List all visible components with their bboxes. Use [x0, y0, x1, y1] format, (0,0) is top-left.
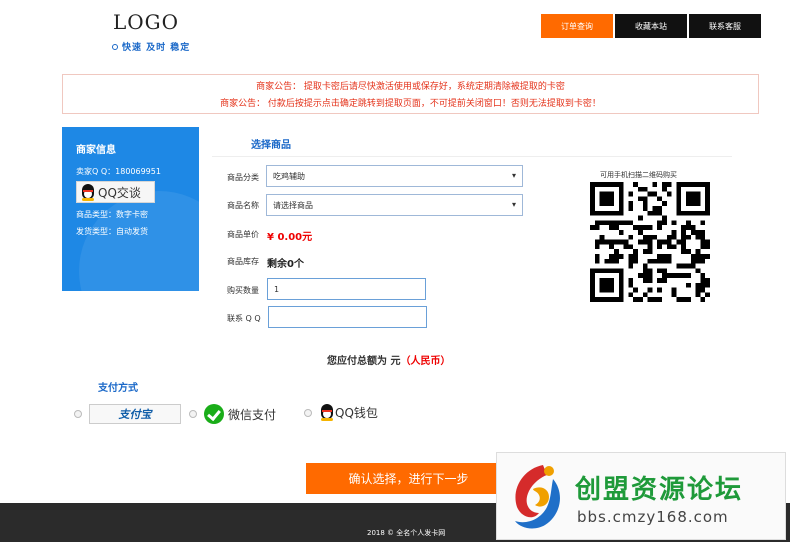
footer-copyright: 2018 © 全名个人发卡网: [367, 529, 446, 537]
goods-type: 商品类型：数字卡密: [76, 210, 148, 219]
qqwallet-label: QQ钱包: [335, 406, 378, 420]
alipay-radio[interactable]: [74, 410, 82, 418]
page: LOGO 快速 及时 稳定 订单查询 收藏本站 联系客服 商家公告： 提取卡密后…: [0, 0, 790, 542]
qq-chat-label: QQ交谈: [98, 185, 141, 200]
goods-name-label: 商品名称: [227, 201, 259, 210]
total-amount: 您应付总额为 元（人民币）: [327, 352, 450, 367]
ship-type: 发货类型：自动发货: [76, 227, 148, 236]
qr-caption: 可用手机扫描二维码购买: [600, 171, 677, 179]
total-currency: （人民币）: [400, 356, 451, 367]
contact-qq-input[interactable]: [268, 306, 427, 328]
goods-name-select[interactable]: 请选择商品: [266, 194, 523, 216]
circle-icon: [112, 44, 118, 50]
category-value: 吃鸡辅助: [273, 171, 305, 181]
qq-penguin-icon: [319, 404, 335, 421]
stock-value: 剩余0个: [267, 259, 304, 270]
payment-option-alipay[interactable]: 支付宝: [74, 404, 181, 424]
announcement-box: 商家公告： 提取卡密后请尽快激活使用或保存好，系统定期清除被提取的卡密 商家公告…: [62, 74, 759, 114]
forum-watermark: 创盟资源论坛 bbs.cmzy168.com: [496, 452, 786, 540]
total-prefix: 您应付总额为 元: [327, 356, 401, 367]
alipay-label: 支付宝: [118, 408, 152, 421]
contact-qq-label: 联系 Q Q: [227, 314, 261, 323]
qr-code: [590, 182, 710, 302]
merchant-title: 商家信息: [76, 145, 116, 156]
alipay-logo[interactable]: 支付宝: [89, 404, 181, 424]
category-label: 商品分类: [227, 173, 259, 182]
forum-url: bbs.cmzy168.com: [577, 508, 729, 526]
divider: [212, 156, 732, 157]
quantity-input[interactable]: 1: [267, 278, 426, 300]
announcement-line: 商家公告： 提取卡密后请尽快激活使用或保存好，系统定期清除被提取的卡密: [256, 82, 565, 92]
price-value: ¥ 0.00元: [267, 232, 313, 243]
wechat-pay-icon: [204, 404, 224, 424]
payment-title: 支付方式: [98, 383, 138, 394]
tagline: 快速 及时 稳定: [112, 40, 190, 53]
goods-name-value: 请选择商品: [273, 200, 313, 210]
qq-penguin-icon: [80, 183, 96, 201]
nav-bookmark[interactable]: 收藏本站: [615, 14, 687, 38]
confirm-next-button[interactable]: 确认选择，进行下一步: [306, 463, 511, 494]
category-select[interactable]: 吃鸡辅助: [266, 165, 523, 187]
top-nav: 订单查询 收藏本站 联系客服: [539, 14, 761, 38]
forum-logo-icon: [515, 465, 560, 529]
qq-chat-button[interactable]: QQ交谈: [76, 181, 155, 203]
payment-option-wechat[interactable]: 微信支付: [189, 404, 276, 424]
decorative-shape: [79, 191, 199, 291]
merchant-info-panel: 商家信息 卖家Q Q：180069951 QQ交谈 商品类型：数字卡密 发货类型…: [62, 127, 199, 291]
forum-name: 创盟资源论坛: [575, 475, 744, 505]
qqwallet-radio[interactable]: [304, 408, 312, 417]
nav-order-query[interactable]: 订单查询: [541, 14, 613, 38]
stock-label: 商品库存: [227, 257, 259, 266]
quantity-value: 1: [274, 284, 280, 294]
price-label: 商品单价: [227, 230, 259, 239]
payment-option-qqwallet[interactable]: QQ钱包: [304, 404, 378, 421]
select-goods-title: 选择商品: [251, 140, 291, 151]
nav-contact-service[interactable]: 联系客服: [689, 14, 761, 38]
seller-qq: 卖家Q Q：180069951: [76, 167, 161, 176]
wechat-radio[interactable]: [189, 410, 197, 418]
quantity-label: 购买数量: [227, 286, 259, 295]
logo: LOGO: [113, 10, 180, 34]
tagline-text: 快速 及时 稳定: [122, 43, 191, 53]
announcement-line: 商家公告： 付款后按提示点击确定跳转到提取页面，不可提前关闭窗口！否则无法提取到…: [220, 99, 601, 109]
wechat-label: 微信支付: [228, 407, 277, 422]
